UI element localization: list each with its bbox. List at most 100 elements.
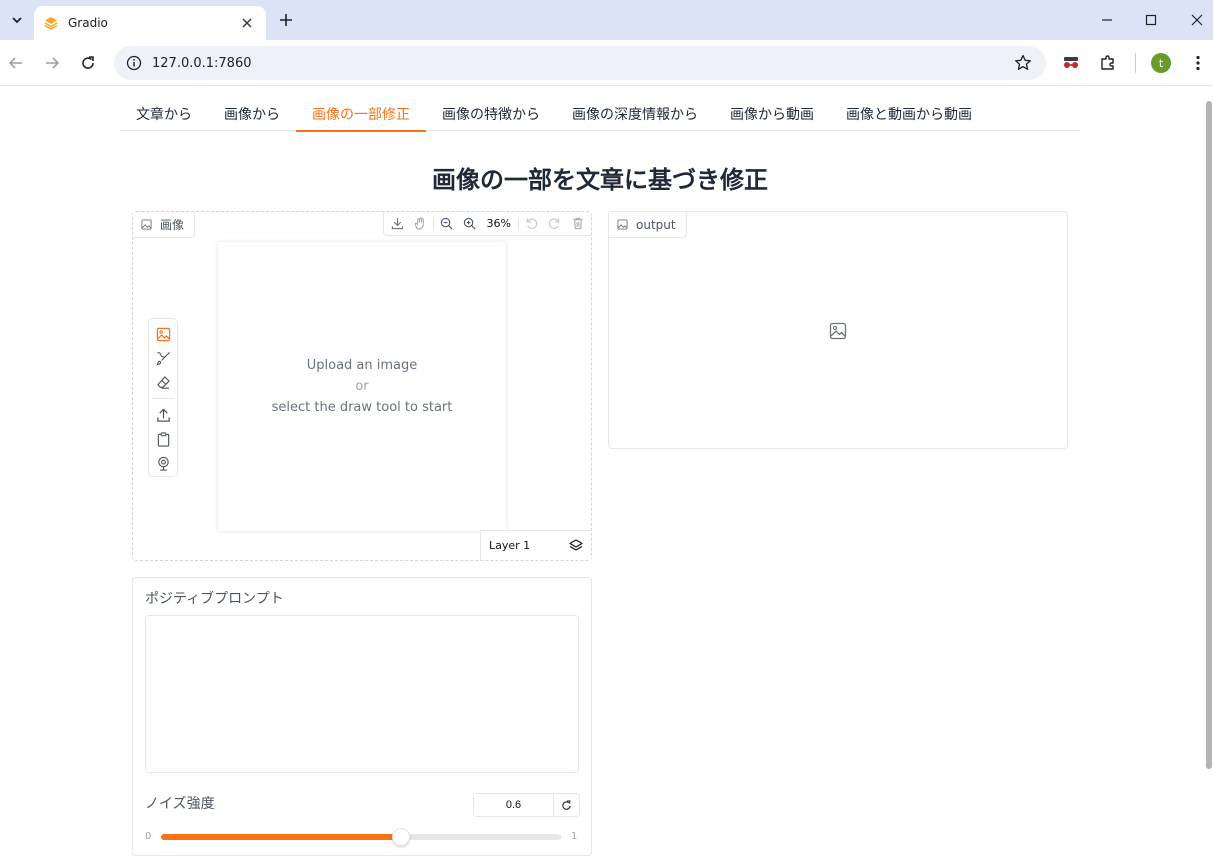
trash-icon xyxy=(572,217,583,230)
incognito-extension-icon[interactable] xyxy=(1060,52,1082,74)
zoom-in-button[interactable] xyxy=(458,212,481,236)
page-scrollbar[interactable] xyxy=(1205,87,1213,777)
new-tab-button[interactable] xyxy=(276,10,296,30)
positive-prompt-label: ポジティブプロンプト xyxy=(145,591,284,607)
download-icon xyxy=(391,218,403,230)
forward-button[interactable] xyxy=(40,51,64,75)
maximize-icon xyxy=(1145,14,1157,26)
tab-depth[interactable]: 画像の深度情報から xyxy=(556,97,714,131)
slider-max: 1 xyxy=(571,831,578,842)
minimize-icon xyxy=(1102,19,1112,21)
page-title: 画像の一部を文章に基づき修正 xyxy=(432,166,768,194)
image-placeholder-icon xyxy=(829,322,847,340)
reload-button[interactable] xyxy=(76,51,100,75)
reset-button[interactable] xyxy=(554,794,579,816)
chevron-down-icon xyxy=(12,17,22,24)
site-info-icon[interactable] xyxy=(124,53,144,73)
layers-icon[interactable] xyxy=(569,538,583,553)
tab-image-to-video[interactable]: 画像から動画 xyxy=(714,97,830,131)
profile-avatar[interactable]: t xyxy=(1151,53,1171,73)
zoom-level: 36% xyxy=(486,217,511,230)
drawing-canvas[interactable]: Upload an image or select the draw tool … xyxy=(218,242,506,531)
minimize-button[interactable] xyxy=(1094,8,1120,32)
close-tab-icon[interactable] xyxy=(238,14,256,32)
undo-icon xyxy=(526,218,538,229)
image-icon xyxy=(617,219,628,230)
toolbar-divider xyxy=(1135,53,1136,73)
download-button[interactable] xyxy=(386,212,409,236)
draw-hint: select the draw tool to start xyxy=(271,400,453,415)
reset-icon xyxy=(562,799,571,810)
toolbar-separator xyxy=(518,216,519,231)
tab-image-features[interactable]: 画像の特徴から xyxy=(426,97,556,131)
tab-search-button[interactable] xyxy=(4,7,30,33)
gradio-tabs: 文章から 画像から 画像の一部修正 画像の特徴から 画像の深度情報から 画像から… xyxy=(120,97,1080,132)
page-content: 文章から 画像から 画像の一部修正 画像の特徴から 画像の深度情報から 画像から… xyxy=(0,87,1213,865)
address-bar[interactable]: 127.0.0.1:7860 xyxy=(114,46,1046,80)
browser-tab-title: Gradio xyxy=(68,16,108,30)
zoom-out-button[interactable] xyxy=(435,212,458,236)
hand-icon xyxy=(414,217,424,230)
webcam-icon xyxy=(157,456,169,471)
positive-prompt-input[interactable] xyxy=(145,615,579,773)
noise-strength-label: ノイズ強度 xyxy=(145,796,215,812)
output-label-text: output xyxy=(636,217,676,232)
upload-icon xyxy=(156,408,170,422)
tab-inpaint[interactable]: 画像の一部修正 xyxy=(296,97,426,132)
noise-strength-number xyxy=(473,793,580,817)
arrow-right-icon xyxy=(46,57,60,69)
webcam-button[interactable] xyxy=(151,451,175,475)
output-block-label: output xyxy=(609,212,687,238)
back-button[interactable] xyxy=(4,51,28,75)
plus-icon xyxy=(280,14,292,26)
zoom-out-icon xyxy=(440,217,453,230)
clipboard-icon xyxy=(157,431,169,447)
brush-icon xyxy=(156,351,170,365)
url-text: 127.0.0.1:7860 xyxy=(152,55,252,71)
extensions-puzzle-icon[interactable] xyxy=(1097,52,1119,74)
close-window-button[interactable] xyxy=(1184,8,1210,32)
upload-hint: Upload an image xyxy=(306,358,418,373)
redo-icon xyxy=(548,218,560,229)
toolbar-separator xyxy=(432,216,434,231)
image-tool-button[interactable] xyxy=(151,322,175,346)
brush-tool-button[interactable] xyxy=(151,346,175,370)
reload-icon xyxy=(82,56,94,69)
slider-fill xyxy=(161,834,401,840)
bookmark-star-icon[interactable] xyxy=(1014,54,1032,72)
undo-button[interactable] xyxy=(520,212,543,236)
redo-button[interactable] xyxy=(543,212,566,236)
tab-image-to-image[interactable]: 画像から xyxy=(208,97,296,131)
tab-text-to-image[interactable]: 文章から xyxy=(120,97,208,131)
editor-toolbar: 36% xyxy=(382,212,591,236)
or-text: or xyxy=(355,379,369,394)
tool-separator xyxy=(152,398,174,399)
image-label-text: 画像 xyxy=(160,218,185,232)
noise-strength-input[interactable] xyxy=(474,794,554,816)
eraser-icon xyxy=(156,375,170,389)
clear-button[interactable] xyxy=(566,212,589,236)
zoom-in-icon xyxy=(463,217,476,230)
arrow-left-icon xyxy=(8,57,22,69)
browser-tab[interactable]: Gradio xyxy=(34,6,266,40)
paste-clipboard-button[interactable] xyxy=(151,427,175,451)
gradio-favicon-icon xyxy=(44,17,58,30)
browser-tab-strip: Gradio xyxy=(0,0,1213,40)
slider-thumb[interactable] xyxy=(392,828,410,846)
pan-button[interactable] xyxy=(409,212,432,236)
eraser-tool-button[interactable] xyxy=(151,370,175,394)
upload-button[interactable] xyxy=(151,403,175,427)
editor-side-tools xyxy=(148,318,178,477)
noise-strength-slider[interactable] xyxy=(161,828,561,846)
tab-video-to-video[interactable]: 画像と動画から動画 xyxy=(830,97,988,131)
output-image: output xyxy=(608,211,1068,449)
slider-min: 0 xyxy=(145,831,152,842)
maximize-button[interactable] xyxy=(1138,8,1164,32)
browser-toolbar: 127.0.0.1:7860 t xyxy=(0,40,1213,86)
image-block-label: 画像 xyxy=(133,212,196,238)
image-icon xyxy=(156,327,170,341)
browser-menu-icon[interactable] xyxy=(1187,52,1209,74)
image-editor: 画像 36% Upload an image or select the dra… xyxy=(132,211,592,561)
layer-selector[interactable]: Layer 1 xyxy=(480,530,591,560)
scrollbar-thumb[interactable] xyxy=(1206,101,1212,769)
